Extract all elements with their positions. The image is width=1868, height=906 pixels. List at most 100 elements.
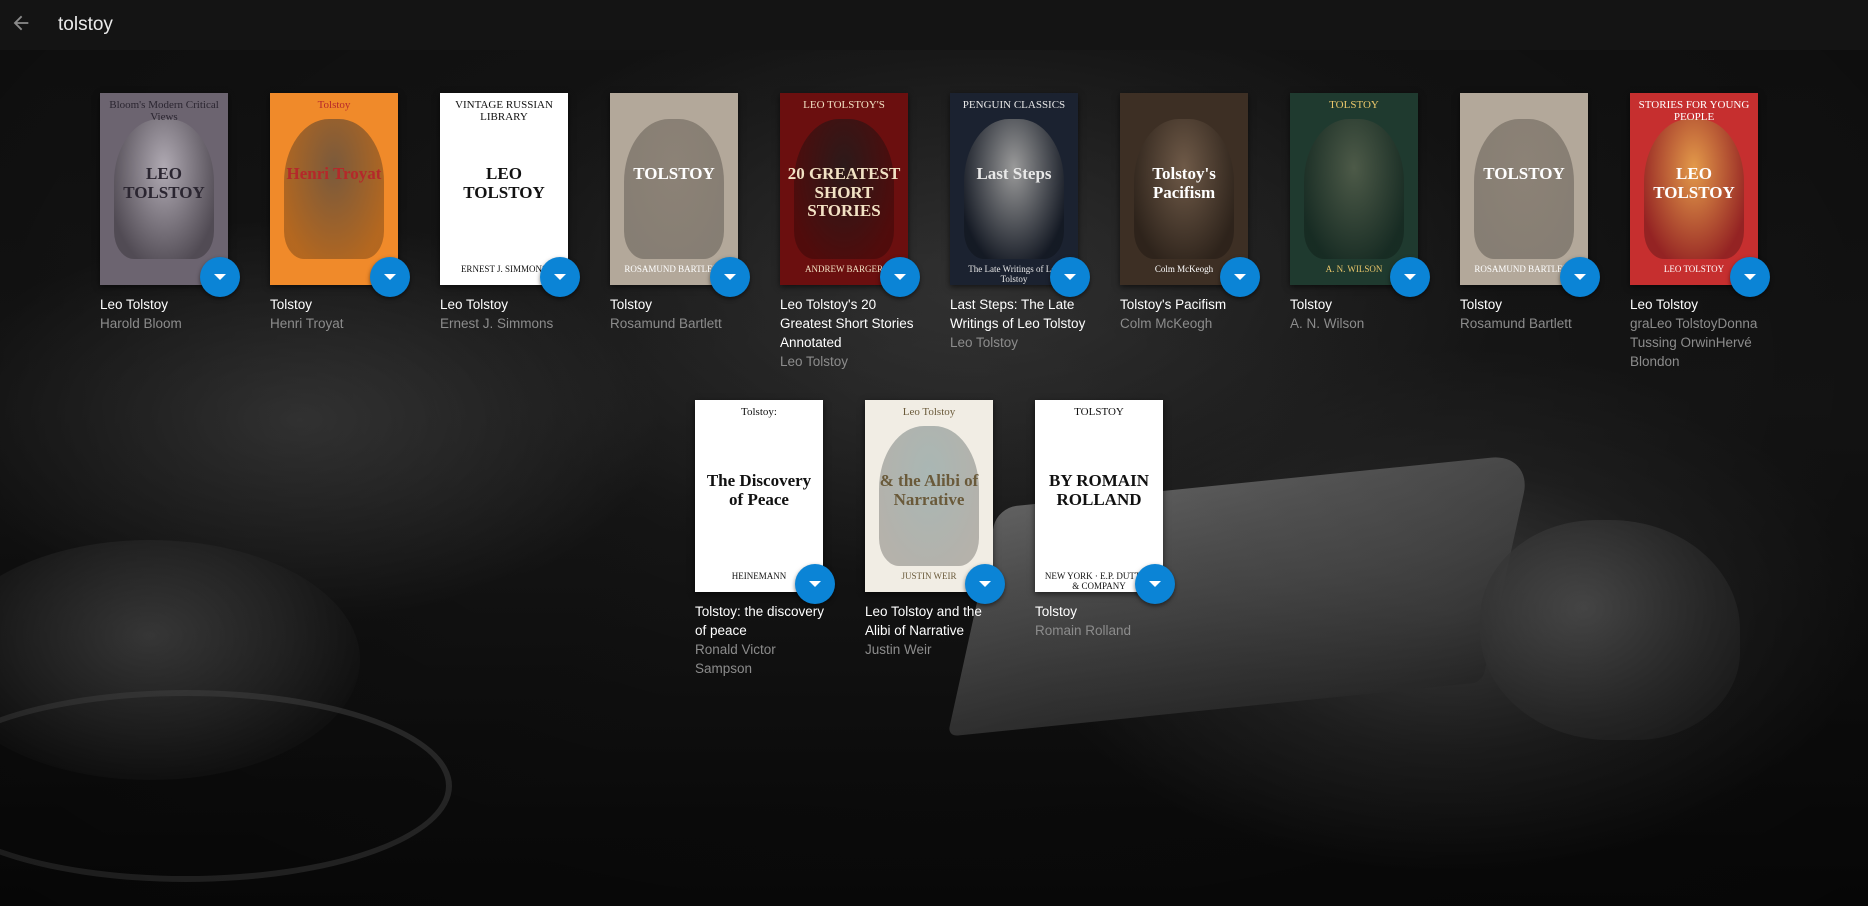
book-menu-button[interactable]: [1560, 257, 1600, 297]
book-cover[interactable]: Tolstoy: The Discovery of Peace HEINEMANN: [695, 400, 823, 592]
book-title[interactable]: Tolstoy's Pacifism: [1120, 295, 1256, 314]
book-author[interactable]: Leo Tolstoy: [950, 333, 1086, 352]
book-title[interactable]: Tolstoy: [610, 295, 746, 314]
book-author[interactable]: Harold Bloom: [100, 314, 236, 333]
book-card[interactable]: STORIES FOR YOUNG PEOPLE LEO TOLSTOY LEO T…: [1630, 93, 1780, 371]
cover-text: LEO TOLSTOY: [463, 164, 545, 202]
book-title[interactable]: Last Steps: The Late Writings of Leo Tol…: [950, 295, 1086, 333]
book-author[interactable]: graLeo TolstoyDonna Tussing OrwinHervé B…: [1630, 314, 1766, 371]
book-title[interactable]: Leo Tolstoy: [1630, 295, 1766, 314]
book-author[interactable]: Justin Weir: [865, 640, 1001, 659]
book-menu-button[interactable]: [1135, 564, 1175, 604]
book-title[interactable]: Tolstoy: [270, 295, 406, 314]
cover-text: Leo Tolstoy: [902, 406, 956, 418]
cover-text: STORIES FOR YOUNG PEOPLE: [1638, 99, 1750, 124]
cover-text: LEO TOLSTOY: [123, 164, 205, 202]
dropdown-caret-icon: [1149, 581, 1161, 587]
book-menu-button[interactable]: [200, 257, 240, 297]
book-menu-button[interactable]: [1050, 257, 1090, 297]
dropdown-caret-icon: [1234, 274, 1246, 280]
book-card[interactable]: TOLSTOY BY ROMAIN ROLLAND NEW YORK · E.P. …: [1035, 400, 1185, 640]
dropdown-caret-icon: [809, 581, 821, 587]
book-author[interactable]: Ernest J. Simmons: [440, 314, 576, 333]
dropdown-caret-icon: [979, 581, 991, 587]
book-cover[interactable]: TOLSTOY ROSAMUND BARTLETT: [610, 93, 738, 285]
book-title[interactable]: Leo Tolstoy: [100, 295, 236, 314]
cover-portrait: [1474, 119, 1574, 259]
cover-text: TOLSTOY: [1329, 99, 1379, 111]
book-title[interactable]: Leo Tolstoy and the Alibi of Narrative: [865, 602, 1001, 640]
book-title[interactable]: Leo Tolstoy's 20 Greatest Short Stories …: [780, 295, 916, 352]
book-cover[interactable]: LEO TOLSTOY'S 20 GREATEST SHORT STORIES AN…: [780, 93, 908, 285]
book-cover[interactable]: Tolstoy Henri Troyat: [270, 93, 398, 285]
book-menu-button[interactable]: [965, 564, 1005, 604]
cover-text: VINTAGE RUSSIAN LIBRARY: [455, 99, 553, 124]
book-title[interactable]: Tolstoy: [1290, 295, 1426, 314]
cover-portrait: [284, 119, 384, 259]
book-menu-button[interactable]: [710, 257, 750, 297]
dropdown-caret-icon: [214, 274, 226, 280]
book-card[interactable]: PENGUIN CLASSICS Last Steps The Late Writi…: [950, 93, 1100, 352]
cover-text: Bloom's Modern Critical Views: [109, 99, 219, 124]
cover-text: TOLSTOY: [1483, 164, 1565, 183]
book-card[interactable]: Tolstoy's Pacifism Colm McKeogh Tolstoy's …: [1120, 93, 1270, 333]
cover-text: LEO TOLSTOY: [1653, 164, 1735, 202]
book-title[interactable]: Leo Tolstoy: [440, 295, 576, 314]
book-card[interactable]: Leo Tolstoy & the Alibi of Narrative JUSTI…: [865, 400, 1015, 659]
book-menu-button[interactable]: [1730, 257, 1770, 297]
book-author[interactable]: Rosamund Bartlett: [1460, 314, 1596, 333]
cover-portrait: [1304, 119, 1404, 259]
book-cover[interactable]: VINTAGE RUSSIAN LIBRARY LEO TOLSTOY ERNEST…: [440, 93, 568, 285]
book-cover[interactable]: STORIES FOR YOUNG PEOPLE LEO TOLSTOY LEO T…: [1630, 93, 1758, 285]
dropdown-caret-icon: [1404, 274, 1416, 280]
book-card[interactable]: Tolstoy Henri Troyat Tolstoy Henri Troyat: [270, 93, 420, 333]
search-results-grid: Bloom's Modern Critical Views LEO TOLSTOY…: [0, 0, 1868, 906]
cover-text: Tolstoy's Pacifism: [1152, 164, 1216, 202]
book-menu-button[interactable]: [540, 257, 580, 297]
book-cover[interactable]: TOLSTOY ROSAMUND BARTLETT: [1460, 93, 1588, 285]
dropdown-caret-icon: [1744, 274, 1756, 280]
dropdown-caret-icon: [384, 274, 396, 280]
book-menu-button[interactable]: [370, 257, 410, 297]
book-card[interactable]: TOLSTOY ROSAMUND BARTLETT Tolstoy Rosamund …: [1460, 93, 1610, 333]
cover-text: & the Alibi of Narrative: [879, 471, 979, 509]
book-author[interactable]: Colm McKeogh: [1120, 314, 1256, 333]
cover-text: PENGUIN CLASSICS: [962, 99, 1066, 111]
book-cover[interactable]: Bloom's Modern Critical Views LEO TOLSTOY: [100, 93, 228, 285]
book-card[interactable]: LEO TOLSTOY'S 20 GREATEST SHORT STORIES AN…: [780, 93, 930, 371]
book-card[interactable]: Bloom's Modern Critical Views LEO TOLSTOY…: [100, 93, 250, 333]
book-author[interactable]: A. N. Wilson: [1290, 314, 1426, 333]
book-title[interactable]: Tolstoy: [1035, 602, 1171, 621]
dropdown-caret-icon: [1574, 274, 1586, 280]
book-cover[interactable]: TOLSTOY A. N. WILSON: [1290, 93, 1418, 285]
cover-portrait: [964, 119, 1064, 259]
cover-text: LEO TOLSTOY'S: [803, 99, 885, 111]
cover-text: BY ROMAIN ROLLAND: [1049, 471, 1149, 509]
book-card[interactable]: VINTAGE RUSSIAN LIBRARY LEO TOLSTOY ERNEST…: [440, 93, 590, 333]
book-menu-button[interactable]: [1390, 257, 1430, 297]
book-card[interactable]: TOLSTOY A. N. WILSON Tolstoy A. N. Wilson: [1290, 93, 1440, 333]
cover-text: Henri Troyat: [286, 164, 382, 183]
book-title[interactable]: Tolstoy: [1460, 295, 1596, 314]
book-menu-button[interactable]: [880, 257, 920, 297]
book-cover[interactable]: TOLSTOY BY ROMAIN ROLLAND NEW YORK · E.P. …: [1035, 400, 1163, 592]
book-menu-button[interactable]: [795, 564, 835, 604]
cover-text: Last Steps: [976, 164, 1052, 183]
book-cover[interactable]: Leo Tolstoy & the Alibi of Narrative JUSTI…: [865, 400, 993, 592]
book-menu-button[interactable]: [1220, 257, 1260, 297]
book-author[interactable]: Rosamund Bartlett: [610, 314, 746, 333]
book-cover[interactable]: PENGUIN CLASSICS Last Steps The Late Writi…: [950, 93, 1078, 285]
book-author[interactable]: Ronald Victor Sampson: [695, 640, 831, 678]
book-card[interactable]: TOLSTOY ROSAMUND BARTLETT Tolstoy Rosamund …: [610, 93, 760, 333]
book-author[interactable]: Romain Rolland: [1035, 621, 1171, 640]
cover-text: Tolstoy:: [741, 406, 777, 418]
book-author[interactable]: Leo Tolstoy: [780, 352, 916, 371]
cover-portrait: [624, 119, 724, 259]
cover-text: TOLSTOY: [1074, 406, 1124, 418]
book-cover[interactable]: Tolstoy's Pacifism Colm McKeogh: [1120, 93, 1248, 285]
dropdown-caret-icon: [894, 274, 906, 280]
book-title[interactable]: Tolstoy: the discovery of peace: [695, 602, 831, 640]
book-author[interactable]: Henri Troyat: [270, 314, 406, 333]
cover-text: Tolstoy: [317, 99, 351, 111]
book-card[interactable]: Tolstoy: The Discovery of Peace HEINEMANN T…: [695, 400, 845, 678]
